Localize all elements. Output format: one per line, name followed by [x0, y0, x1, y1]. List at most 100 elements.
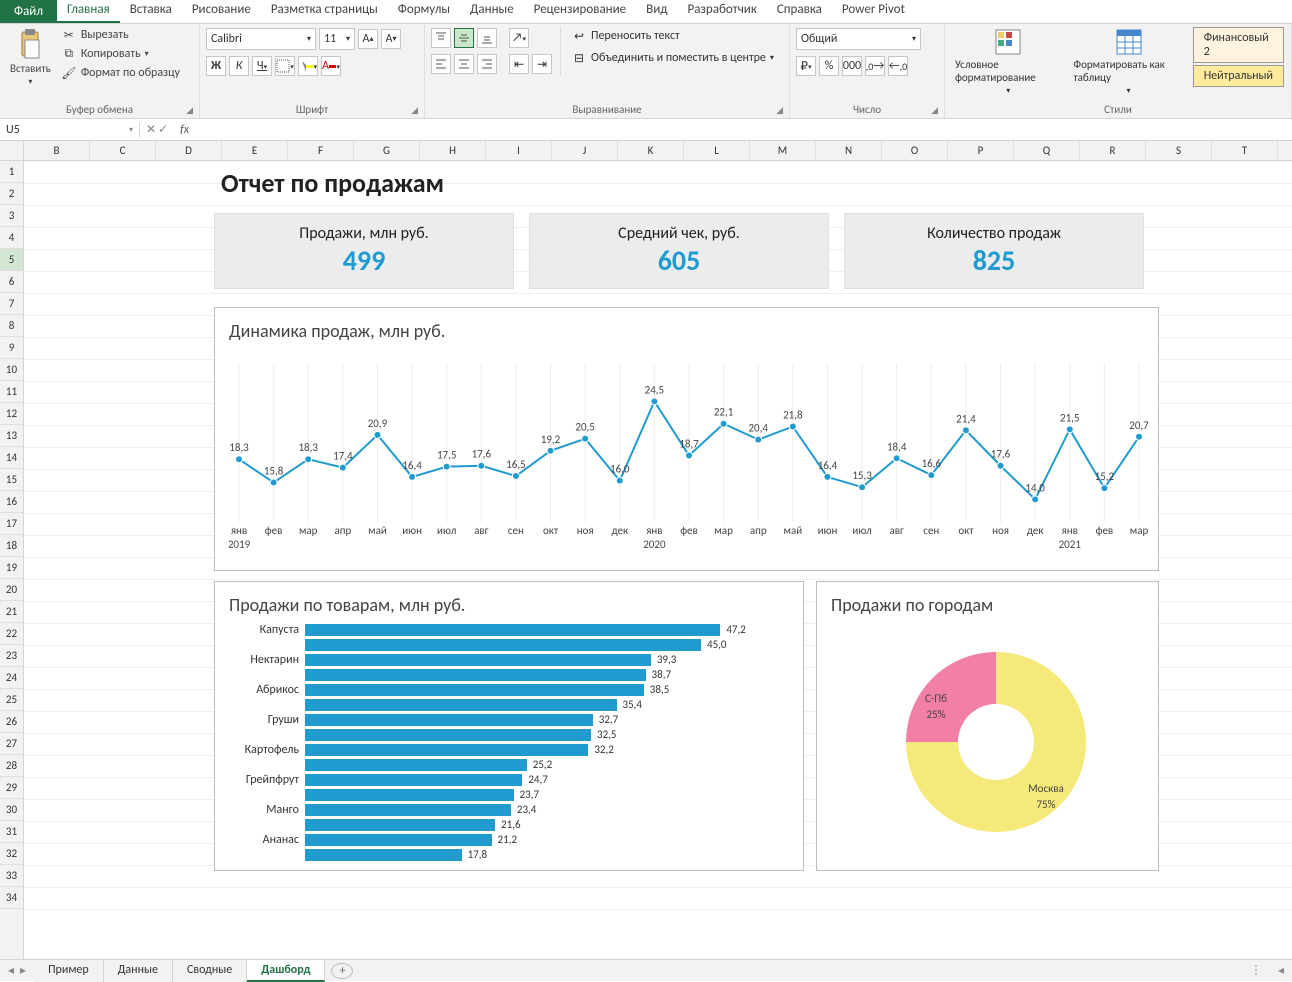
- column-header[interactable]: R: [1080, 141, 1146, 160]
- column-header[interactable]: J: [552, 141, 618, 160]
- line-chart[interactable]: Динамика продаж, млн руб. 18,315,818,317…: [214, 307, 1159, 571]
- row-header[interactable]: 21: [0, 601, 23, 623]
- name-box[interactable]: U5▾: [0, 123, 140, 137]
- ribbon-tab[interactable]: Главная: [57, 0, 120, 23]
- copy-button[interactable]: ⧉Копировать ▾: [59, 45, 182, 63]
- merge-center-button[interactable]: ⊟Объединить и поместить в центре ▾: [569, 50, 776, 66]
- accounting-format-button[interactable]: ₽▾: [796, 56, 816, 76]
- select-all-corner[interactable]: [0, 141, 24, 161]
- increase-font-button[interactable]: A▴: [358, 29, 378, 49]
- column-header[interactable]: F: [288, 141, 354, 160]
- dialog-launcher-icon[interactable]: ◢: [186, 105, 193, 116]
- fill-color-button[interactable]: ▾: [298, 56, 318, 76]
- align-center-button[interactable]: [454, 54, 474, 74]
- cancel-edit-icon[interactable]: ✕: [146, 122, 156, 137]
- sheet-tab[interactable]: Пример: [34, 960, 104, 982]
- ribbon-tab[interactable]: Данные: [460, 0, 524, 23]
- ribbon-tab[interactable]: Power Pivot: [832, 0, 915, 23]
- font-name-dropdown[interactable]: Calibri▾: [206, 28, 316, 50]
- row-header[interactable]: 3: [0, 205, 23, 227]
- row-header[interactable]: 28: [0, 755, 23, 777]
- bar-chart[interactable]: Продажи по товарам, млн руб. Капуста47,2…: [214, 581, 804, 871]
- row-header[interactable]: 27: [0, 733, 23, 755]
- column-header[interactable]: T: [1212, 141, 1278, 160]
- orientation-button[interactable]: ↗▾: [509, 28, 529, 48]
- row-header[interactable]: 29: [0, 777, 23, 799]
- row-header[interactable]: 24: [0, 667, 23, 689]
- align-top-button[interactable]: [431, 28, 451, 48]
- row-header[interactable]: 19: [0, 557, 23, 579]
- borders-button[interactable]: ▾: [275, 56, 295, 76]
- row-header[interactable]: 25: [0, 689, 23, 711]
- column-header[interactable]: S: [1146, 141, 1212, 160]
- tab-nav-next-icon[interactable]: ▸: [20, 963, 26, 978]
- bold-button[interactable]: Ж: [206, 56, 226, 76]
- row-header[interactable]: 32: [0, 843, 23, 865]
- file-tab[interactable]: Файл: [0, 0, 57, 23]
- row-header[interactable]: 33: [0, 865, 23, 887]
- ribbon-tab[interactable]: Вставка: [120, 0, 182, 23]
- add-sheet-button[interactable]: +: [331, 963, 353, 979]
- tab-nav-prev-icon[interactable]: ◂: [8, 963, 14, 978]
- column-header[interactable]: G: [354, 141, 420, 160]
- row-header[interactable]: 22: [0, 623, 23, 645]
- row-header[interactable]: 31: [0, 821, 23, 843]
- column-header[interactable]: M: [750, 141, 816, 160]
- row-header[interactable]: 2: [0, 183, 23, 205]
- fx-icon[interactable]: fx: [174, 123, 195, 137]
- number-format-dropdown[interactable]: Общий▾: [796, 28, 921, 50]
- font-color-button[interactable]: A▾: [321, 56, 341, 76]
- italic-button[interactable]: К: [229, 56, 249, 76]
- row-header[interactable]: 20: [0, 579, 23, 601]
- paste-button[interactable]: Вставить▾: [6, 26, 55, 89]
- column-header[interactable]: P: [948, 141, 1014, 160]
- row-header[interactable]: 9: [0, 337, 23, 359]
- decrease-indent-button[interactable]: ⇤: [509, 54, 529, 74]
- font-size-dropdown[interactable]: 11▾: [319, 28, 355, 50]
- percent-format-button[interactable]: %: [819, 56, 839, 76]
- row-header[interactable]: 14: [0, 447, 23, 469]
- donut-chart[interactable]: Продажи по городам С-Пб25%Москва75%: [816, 581, 1159, 871]
- format-painter-button[interactable]: 🖌Формат по образцу: [59, 64, 182, 82]
- row-header[interactable]: 26: [0, 711, 23, 733]
- tab-scroll-left-icon[interactable]: ◂: [1270, 963, 1292, 978]
- row-header[interactable]: 23: [0, 645, 23, 667]
- row-header[interactable]: 16: [0, 491, 23, 513]
- ribbon-tab[interactable]: Формулы: [388, 0, 460, 23]
- row-header[interactable]: 13: [0, 425, 23, 447]
- sheet-tab[interactable]: Сводные: [173, 960, 247, 982]
- formula-bar[interactable]: [195, 119, 1292, 140]
- align-right-button[interactable]: [477, 54, 497, 74]
- ribbon-tab[interactable]: Разработчик: [677, 0, 766, 23]
- row-header[interactable]: 34: [0, 887, 23, 909]
- row-header[interactable]: 17: [0, 513, 23, 535]
- column-header[interactable]: H: [420, 141, 486, 160]
- cut-button[interactable]: ✂Вырезать: [59, 26, 182, 44]
- cell-style-neutral[interactable]: Нейтральный: [1193, 65, 1284, 87]
- column-header[interactable]: K: [618, 141, 684, 160]
- row-header[interactable]: 7: [0, 293, 23, 315]
- row-header[interactable]: 10: [0, 359, 23, 381]
- column-header[interactable]: I: [486, 141, 552, 160]
- cell-style-financial[interactable]: Финансовый 2: [1193, 27, 1284, 63]
- align-middle-button[interactable]: [454, 28, 474, 48]
- column-header[interactable]: E: [222, 141, 288, 160]
- increase-indent-button[interactable]: ⇥: [532, 54, 552, 74]
- column-header[interactable]: B: [24, 141, 90, 160]
- conditional-formatting-button[interactable]: Условное форматирование▾: [951, 26, 1065, 98]
- row-header[interactable]: 1: [0, 161, 23, 183]
- row-header[interactable]: 6: [0, 271, 23, 293]
- column-header[interactable]: N: [816, 141, 882, 160]
- comma-format-button[interactable]: 000: [842, 56, 862, 76]
- tab-scroll-icon[interactable]: ⋮: [1242, 963, 1270, 978]
- sheet-tab[interactable]: Данные: [104, 960, 173, 982]
- row-header[interactable]: 12: [0, 403, 23, 425]
- decrease-decimal-button[interactable]: ←,0: [888, 56, 908, 76]
- align-left-button[interactable]: [431, 54, 451, 74]
- align-bottom-button[interactable]: [477, 28, 497, 48]
- ribbon-tab[interactable]: Справка: [767, 0, 832, 23]
- row-header[interactable]: 8: [0, 315, 23, 337]
- dialog-launcher-icon[interactable]: ◢: [931, 105, 938, 116]
- column-header[interactable]: O: [882, 141, 948, 160]
- row-header[interactable]: 4: [0, 227, 23, 249]
